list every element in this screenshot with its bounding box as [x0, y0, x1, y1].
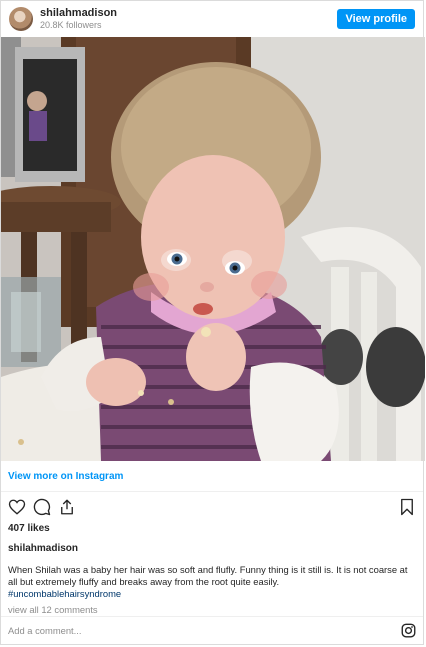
share-icon[interactable]	[56, 496, 78, 518]
post-username[interactable]: shilahmadison	[1, 543, 423, 554]
view-profile-button[interactable]: View profile	[337, 9, 415, 29]
baby-photo	[1, 37, 425, 461]
instagram-embed-card: shilahmadison 20.8K followers View profi…	[0, 0, 425, 645]
instagram-icon[interactable]	[400, 623, 416, 639]
follower-count: 20.8K followers	[40, 20, 102, 30]
caption-text: When Shilah was a baby her hair was so s…	[8, 564, 408, 587]
view-all-comments-link[interactable]: view all 12 comments	[1, 604, 423, 615]
view-more-on-instagram-link[interactable]: View more on Instagram	[1, 461, 423, 492]
comment-icon[interactable]	[31, 496, 53, 518]
like-count[interactable]: 407 likes	[1, 523, 423, 534]
comment-bar: Add a comment...	[1, 616, 423, 644]
add-comment-input[interactable]: Add a comment...	[8, 625, 81, 636]
user-info: shilahmadison 20.8K followers	[40, 7, 117, 31]
post-caption: When Shilah was a baby her hair was so s…	[1, 564, 423, 600]
avatar[interactable]	[9, 7, 33, 31]
heart-icon[interactable]	[6, 496, 28, 518]
bookmark-icon[interactable]	[396, 496, 418, 518]
header-username[interactable]: shilahmadison	[40, 7, 117, 19]
hashtag-link[interactable]: #uncombablehairsyndrome	[8, 588, 121, 599]
post-photo[interactable]	[1, 37, 425, 461]
action-bar	[1, 492, 423, 522]
post-header: shilahmadison 20.8K followers View profi…	[1, 1, 423, 37]
